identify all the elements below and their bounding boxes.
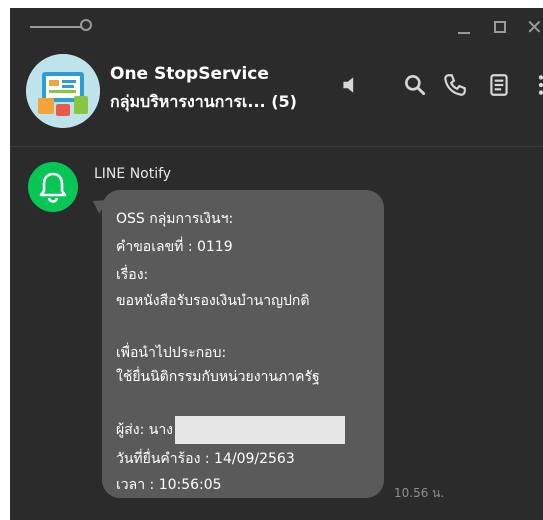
chat-header: One StopService กลุ่มบริหารงานการเ... (5… (10, 48, 543, 146)
message-line: เพื่อนำไปประกอบ: (116, 345, 227, 361)
message-line: เวลา : 10:56:05 (116, 477, 222, 493)
phone-icon[interactable] (442, 72, 468, 98)
notes-icon[interactable] (486, 72, 512, 98)
infographic-avatar-icon (26, 54, 100, 128)
bell-icon (39, 172, 67, 203)
maximize-button[interactable] (494, 16, 508, 38)
minimize-button[interactable] (458, 16, 472, 38)
pin-toggle-handle[interactable] (80, 19, 92, 31)
title-bar: ✕ (10, 8, 543, 48)
close-button[interactable]: ✕ (526, 16, 543, 38)
more-icon[interactable] (528, 72, 543, 98)
redacted-name (175, 416, 346, 444)
message-time: 10.56 น. (394, 486, 445, 500)
chat-window: ✕ One StopService กลุ่มบริหารงานการเ... … (10, 8, 543, 520)
message-line: ผู้ส่ง: นาง (116, 422, 174, 438)
sender-avatar[interactable] (28, 162, 78, 212)
pin-toggle-icon[interactable] (30, 26, 82, 28)
message-bubble[interactable]: OSS กลุ่มการเงินฯ: คำขอเลขที่ : 0119 เรื… (102, 190, 384, 498)
message-line: วันที่ยื่นคำร้อง : 14/09/2563 (116, 451, 295, 467)
sender-name: LINE Notify (94, 166, 172, 182)
chat-title: One StopService (110, 64, 269, 84)
search-icon[interactable] (402, 72, 428, 98)
message-sender-line: ผู้ส่ง: นาง (116, 416, 346, 444)
message-line: ขอหนังสือรับรองเงินบำนาญปกติ (116, 293, 310, 309)
group-avatar[interactable] (26, 54, 100, 128)
chat-subtitle: กลุ่มบริหารงานการเ... (5) (110, 92, 297, 111)
message-line: คำขอเลขที่ : 0119 (116, 239, 233, 255)
header-divider (10, 146, 543, 147)
message-line: ใช้ยื่นนิติกรรมกับหน่วยงานภาครัฐ (116, 369, 320, 385)
message-line: เรื่อง: (116, 267, 149, 283)
message-line: OSS กลุ่มการเงินฯ: (116, 211, 234, 227)
speaker-icon[interactable] (338, 72, 364, 98)
